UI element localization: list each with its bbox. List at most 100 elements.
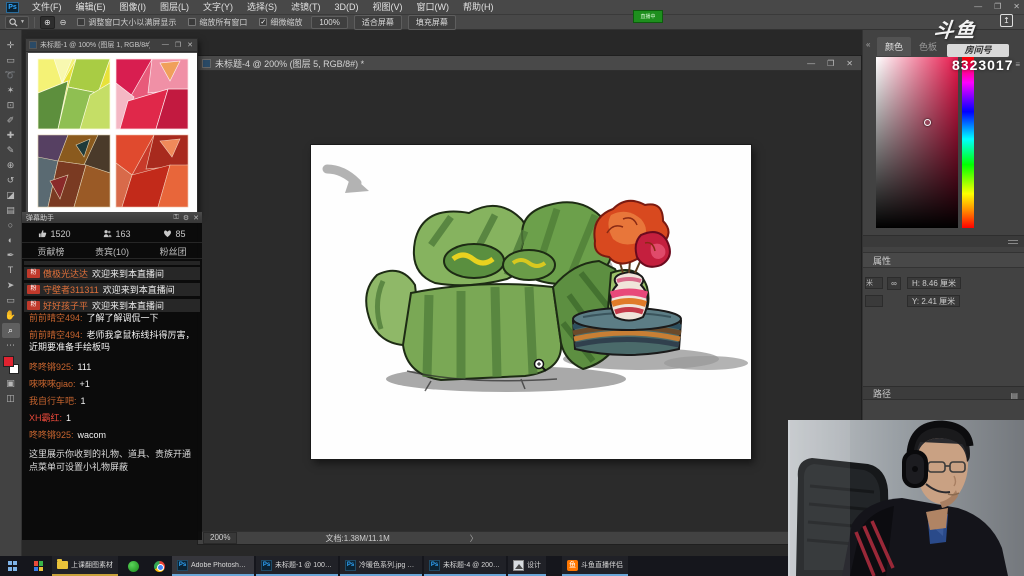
chat-header[interactable]: 弹幕助手 ⚿ ⚙ ✕ <box>22 212 202 223</box>
chat-username[interactable]: 好好孩子平 <box>43 299 88 312</box>
pen-tool[interactable]: ✒ <box>2 248 20 263</box>
dodge-tool[interactable]: ◐ <box>2 233 20 248</box>
tab-fans[interactable]: 粉丝团 <box>160 245 187 258</box>
zoom-tool[interactable]: ⌕ <box>2 323 20 338</box>
tab-vip[interactable]: 贵宾(10) <box>95 245 129 258</box>
move-tool[interactable]: ✛ <box>2 38 20 53</box>
y-field[interactable]: Y: 2.41 厘米 <box>907 295 960 307</box>
doc-restore-button[interactable]: ❐ <box>175 41 181 49</box>
zoom-100-button[interactable]: 100% <box>311 16 347 29</box>
app-minimize-button[interactable]: — <box>974 0 982 14</box>
chat-username[interactable]: 前前晴空494: <box>29 313 83 323</box>
menu-layer[interactable]: 图层(L) <box>153 0 196 15</box>
x-field-cut[interactable] <box>865 295 883 307</box>
menu-image[interactable]: 图像(I) <box>113 0 154 15</box>
zoom-in-mode-button[interactable]: ⊕ <box>40 16 55 29</box>
canvas-area[interactable] <box>198 71 861 531</box>
properties-panel-header[interactable]: 属性 <box>863 252 1024 268</box>
link-dimensions-icon[interactable]: ∞ <box>887 277 901 290</box>
app-close-button[interactable]: ✕ <box>1013 0 1020 14</box>
chat-username[interactable]: 咚咚锵925: <box>29 362 74 372</box>
close-icon[interactable]: ✕ <box>193 214 199 222</box>
blur-tool[interactable]: ○ <box>2 218 20 233</box>
eyedropper-tool[interactable]: ✐ <box>2 113 20 128</box>
taskbar-green-app[interactable] <box>120 556 146 576</box>
eraser-tool[interactable]: ◪ <box>2 188 20 203</box>
height-field[interactable]: H: 8.46 厘米 <box>907 277 961 289</box>
widgets-button[interactable] <box>26 556 52 576</box>
gradient-tool[interactable]: ▤ <box>2 203 20 218</box>
clone-stamp-tool[interactable]: ⊕ <box>2 158 20 173</box>
zoom-tool-preset[interactable]: ▼ <box>5 16 29 29</box>
taskbar-window-douyu[interactable]: 鱼 斗鱼直播伴侣 <box>562 556 628 576</box>
menu-help[interactable]: 帮助(H) <box>456 0 501 15</box>
main-doc-titlebar[interactable]: 未标题-4 @ 200% (图层 5, RGB/8#) * — ❐ ✕ <box>198 56 861 71</box>
zoom-out-mode-button[interactable]: ⊖ <box>57 17 70 28</box>
screen-mode-tool[interactable]: ◫ <box>2 391 20 406</box>
chat-username[interactable]: 我自行车吧: <box>29 396 77 406</box>
foreground-color-swatch[interactable] <box>3 356 14 367</box>
path-select-tool[interactable]: ➤ <box>2 278 20 293</box>
menu-3d[interactable]: 3D(D) <box>328 0 366 15</box>
doc-close-button[interactable]: ✕ <box>187 41 193 49</box>
panel-menu-icon[interactable]: ≡ <box>1015 60 1020 69</box>
menu-file[interactable]: 文件(F) <box>25 0 69 15</box>
taskbar-window-jpg[interactable]: Ps 冷暖色系列.jpg @ ... <box>340 556 422 576</box>
menu-filter[interactable]: 滤镜(T) <box>284 0 328 15</box>
small-doc-titlebar[interactable]: 未标题-1 @ 100% (图层 1, RGB/8#) * — ❐ ✕ <box>26 39 197 52</box>
marquee-tool[interactable]: ▭ <box>2 53 20 68</box>
fill-screen-button[interactable]: 填充屏幕 <box>408 15 456 30</box>
doc-minimize-button[interactable]: — <box>162 41 169 49</box>
magic-wand-tool[interactable]: ✶ <box>2 83 20 98</box>
app-restore-button[interactable]: ❐ <box>994 0 1001 14</box>
taskbar-window-untitled1[interactable]: Ps 未标题-1 @ 100%... <box>256 556 338 576</box>
lasso-tool[interactable]: ➰ <box>2 68 20 83</box>
chat-username[interactable]: 唻唻唻giao: <box>29 379 76 389</box>
more-tools-ellipsis[interactable]: ⋯ <box>2 338 20 353</box>
taskbar-folder-item[interactable]: 上课翻图素材 <box>52 556 118 576</box>
taskbar-window-photos[interactable]: 设计 <box>508 556 546 576</box>
healing-brush-tool[interactable]: ✚ <box>2 128 20 143</box>
doc-close-button[interactable]: ✕ <box>846 59 853 68</box>
quick-mask-tool[interactable]: ▣ <box>2 376 20 391</box>
zoom-all-windows-checkbox[interactable]: 缩放所有窗口 <box>188 17 247 28</box>
resize-windows-checkbox[interactable]: 调整窗口大小以满屏显示 <box>77 17 176 28</box>
menu-type[interactable]: 文字(Y) <box>196 0 240 15</box>
status-chevron-icon[interactable]: 〉 <box>470 533 478 544</box>
small-doc-canvas[interactable] <box>28 53 195 211</box>
start-button[interactable] <box>0 556 26 576</box>
chat-username[interactable]: 守壁者311311 <box>43 283 99 296</box>
scrubby-zoom-checkbox[interactable]: ✓ 细微缩放 <box>259 17 302 28</box>
menu-select[interactable]: 选择(S) <box>240 0 284 15</box>
doc-minimize-button[interactable]: — <box>807 59 815 68</box>
chat-username[interactable]: 傲极光达达 <box>43 267 88 280</box>
chat-username[interactable]: 前前晴空494: <box>29 330 83 340</box>
lock-icon[interactable]: ⚿ <box>174 214 179 222</box>
tab-contribution[interactable]: 贡献榜 <box>37 245 64 258</box>
color-picker-field[interactable] <box>876 57 958 228</box>
history-brush-tool[interactable]: ↺ <box>2 173 20 188</box>
gear-icon[interactable]: ⚙ <box>183 214 189 222</box>
paths-panel-header[interactable]: 路径 ▤ <box>863 386 1024 400</box>
type-tool[interactable]: T <box>2 263 20 278</box>
doc-restore-button[interactable]: ❐ <box>827 59 834 68</box>
width-field-cut[interactable]: 米 <box>865 277 883 289</box>
chat-username[interactable]: XH霸红: <box>29 413 62 423</box>
crop-tool[interactable]: ⊡ <box>2 98 20 113</box>
taskbar-window-photoshop[interactable]: Ps Adobe Photoshop... <box>172 556 254 576</box>
taskbar-chrome[interactable] <box>146 556 172 576</box>
taskbar-window-untitled4[interactable]: Ps 未标题-4 @ 200%... <box>424 556 506 576</box>
hue-slider[interactable] <box>962 57 974 228</box>
color-cursor[interactable] <box>924 119 931 126</box>
zoom-level-field[interactable]: 200% <box>203 532 237 544</box>
hand-tool[interactable]: ✋ <box>2 308 20 323</box>
resize-grip-icon[interactable] <box>1008 240 1018 244</box>
artboard[interactable] <box>311 145 751 459</box>
chat-message-list[interactable]: 前前晴空494:了解了解调侃一下 前前晴空494:老师我拿鼠标线抖得厉害，近期要… <box>29 312 197 446</box>
tab-color[interactable]: 颜色 <box>877 37 911 56</box>
menu-view[interactable]: 视图(V) <box>366 0 410 15</box>
chat-username[interactable]: 咚咚锵925: <box>29 430 74 440</box>
brush-tool[interactable]: ✎ <box>2 143 20 158</box>
menu-edit[interactable]: 编辑(E) <box>69 0 113 15</box>
shape-tool[interactable]: ▭ <box>2 293 20 308</box>
